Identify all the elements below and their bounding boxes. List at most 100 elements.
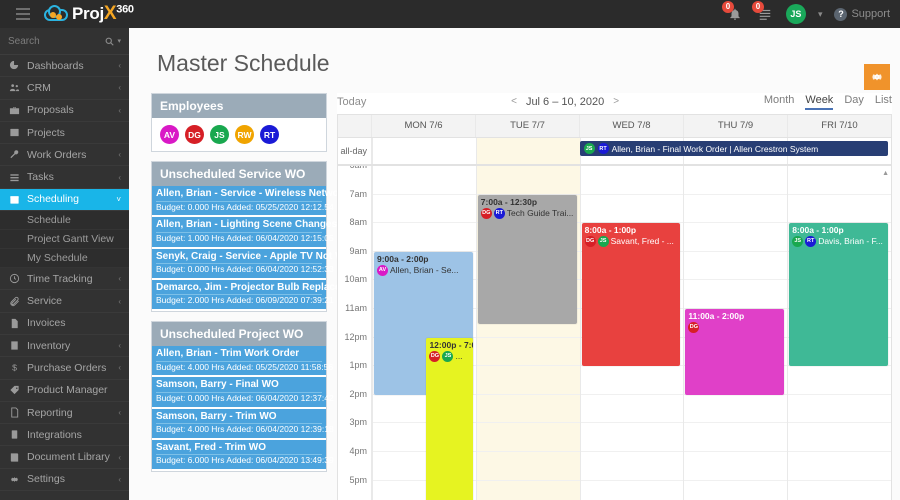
- work-order-title: Allen, Brian - Lighting Scene Changes: [156, 219, 338, 231]
- time-label: 5pm: [349, 474, 367, 485]
- menu-toggle-icon[interactable]: [8, 8, 38, 20]
- hour-line: [476, 366, 580, 395]
- work-order-item[interactable]: Savant, Fred - Trim WO Budget: 6.000 Hrs …: [152, 439, 334, 470]
- day-column[interactable]: 8:00a - 1:00p JS RT Davis, Brian - F...: [787, 166, 891, 500]
- tasks-list-icon[interactable]: 0: [751, 1, 774, 23]
- sidebar-subitem-schedule[interactable]: Schedule: [0, 211, 129, 231]
- all-day-event[interactable]: JS RT Allen, Brian - Final Work Order | Al…: [579, 141, 889, 157]
- grid-icon: [8, 127, 20, 138]
- employee-avatar[interactable]: RT: [260, 125, 279, 144]
- work-order-item[interactable]: Senyk, Craig - Service - Apple TV Not We…: [152, 248, 350, 278]
- hour-line: [684, 280, 788, 310]
- day-header[interactable]: WED 7/8: [579, 115, 683, 138]
- calendar-event[interactable]: 7:00a - 12:30p DG RT Tech Guide Trai...: [477, 195, 577, 325]
- sidebar-item-invoices[interactable]: Invoices: [0, 313, 129, 335]
- settings-gear-button[interactable]: [864, 64, 890, 90]
- calendar-view-list[interactable]: List: [875, 94, 892, 110]
- sidebar-item-work-orders[interactable]: Work Orders ‹: [0, 144, 129, 167]
- work-order-item[interactable]: Samson, Barry - Final WO Budget: 0.000 Hr…: [152, 377, 334, 407]
- sidebar-item-time-tracking[interactable]: Time Tracking ‹: [0, 268, 129, 291]
- app-logo[interactable]: ProjX360: [44, 3, 134, 25]
- sidebar-item-product-manager[interactable]: Product Manager: [0, 380, 129, 402]
- sidebar-item-purchase-orders[interactable]: $ Purchase Orders ‹: [0, 357, 129, 380]
- day-column[interactable]: 9:00a - 2:00p AV Allen, Brian - Se... 12:00…: [372, 166, 476, 500]
- sidebar-item-crm[interactable]: CRM ‹: [0, 77, 129, 100]
- hour-line: [580, 195, 684, 224]
- employee-avatar[interactable]: RW: [235, 125, 254, 144]
- work-order-meta: Budget: 0.000 Hrs Added: 05/25/2020 12:1…: [156, 200, 334, 212]
- employee-avatar[interactable]: AV: [160, 125, 179, 144]
- employees-panel: Employees AV DG JS RW RT: [151, 93, 327, 152]
- day-column[interactable]: 8:00a - 1:00p DG JS Savant, Fred - ...: [579, 166, 684, 500]
- sidebar-item-reporting[interactable]: Reporting ‹: [0, 402, 129, 425]
- event-title: Savant, Fred - ...: [610, 235, 674, 246]
- sidebar-item-dashboards[interactable]: Dashboards ‹: [0, 55, 129, 78]
- calendar-event[interactable]: 12:00p - 7:0 DG JS...: [426, 338, 473, 500]
- time-label: 1pm: [349, 360, 367, 371]
- event-avatar: JS: [792, 235, 804, 247]
- search-input[interactable]: Search: [8, 36, 105, 47]
- hour-line: [581, 481, 684, 500]
- event-avatar: RT: [493, 207, 505, 219]
- sidebar-item-settings[interactable]: Settings ‹: [0, 469, 129, 492]
- event-avatar: RT: [597, 143, 609, 155]
- work-order-item[interactable]: Allen, Brian - Lighting Scene Changes Bud…: [152, 217, 338, 247]
- work-order-item[interactable]: Demarco, Jim - Projector Bulb Replacem Bu…: [152, 279, 349, 310]
- calendar-event[interactable]: 11:00a - 2:00p DG: [685, 309, 785, 396]
- employee-avatar[interactable]: JS: [210, 125, 229, 144]
- sidebar-subitem-my-schedule[interactable]: My Schedule: [0, 249, 129, 269]
- user-avatar[interactable]: JS: [785, 4, 806, 24]
- notifications-bell-icon[interactable]: 0: [721, 1, 744, 23]
- time-label: 9am: [349, 245, 367, 256]
- work-order-item[interactable]: Allen, Brian - Trim Work Order Budget: 4.…: [152, 346, 333, 376]
- hour-line: [476, 166, 580, 195]
- sidebar-item-scheduling[interactable]: Scheduling ˅: [0, 188, 129, 212]
- tasks-badge: 0: [751, 1, 764, 13]
- support-link[interactable]: ? Support: [834, 7, 890, 21]
- day-header[interactable]: MON 7/6: [372, 115, 475, 137]
- day-header[interactable]: FRI 7/10: [787, 115, 891, 138]
- day-header[interactable]: TUE 7/7: [475, 115, 579, 138]
- logo-word: Proj: [72, 4, 104, 23]
- sidebar-item-tasks[interactable]: Tasks ‹: [0, 166, 129, 189]
- range-label: Jul 6 – 10, 2020: [525, 95, 605, 108]
- day-column[interactable]: 11:00a - 2:00p DG: [683, 166, 788, 500]
- calendar-event[interactable]: 8:00a - 1:00p JS RT Davis, Brian - F...: [789, 223, 888, 367]
- next-period-button[interactable]: >: [613, 96, 619, 107]
- all-day-cell[interactable]: [372, 138, 476, 165]
- day-column[interactable]: 7:00a - 12:30p DG RT Tech Guide Trai...: [475, 166, 580, 500]
- chevron-right-icon: ‹: [118, 105, 121, 115]
- page-icon: [8, 407, 20, 418]
- sidebar-search[interactable]: Search ▾: [0, 28, 129, 55]
- today-button[interactable]: Today: [337, 96, 366, 108]
- calendar-scroll-area[interactable]: ▲ 6am7am8am9am10am11am12pm1pm2pm3pm4pm5p…: [338, 166, 891, 500]
- chevron-right-icon: ‹: [118, 474, 121, 484]
- calendar-event[interactable]: 8:00a - 1:00p DG JS Savant, Fred - ...: [581, 223, 681, 367]
- chevron-down-icon[interactable]: ▾: [818, 9, 823, 20]
- work-order-item[interactable]: Samson, Barry - Trim WO Budget: 4.000 Hrs…: [152, 408, 334, 438]
- calendar-view-month[interactable]: Month: [764, 94, 795, 110]
- plug-icon: [8, 429, 20, 440]
- hour-line: [476, 395, 580, 424]
- hour-line: [684, 252, 788, 281]
- hour-line: [684, 481, 787, 500]
- prev-period-button[interactable]: <: [511, 96, 517, 107]
- sidebar-item-integrations[interactable]: Integrations: [0, 424, 129, 447]
- calendar-view-day[interactable]: Day: [844, 94, 864, 110]
- all-day-cell[interactable]: [475, 138, 580, 165]
- sidebar-subitem-project-gantt-view[interactable]: Project Gantt View: [0, 230, 129, 250]
- sidebar-item-proposals[interactable]: Proposals ‹: [0, 100, 129, 122]
- day-header[interactable]: THU 7/9: [683, 115, 787, 138]
- sidebar-item-label: Inventory: [27, 339, 71, 352]
- employee-avatar[interactable]: DG: [185, 125, 204, 144]
- sidebar-item-document-library[interactable]: Document Library ‹: [0, 446, 129, 469]
- sidebar-item-projects[interactable]: Projects: [0, 122, 129, 145]
- calendar-view-week[interactable]: Week: [805, 94, 834, 110]
- work-order-item[interactable]: Allen, Brian - Service - Wireless Networ…: [152, 186, 348, 216]
- event-time: 9:00a - 2:00p: [377, 254, 429, 265]
- chevron-right-icon: ‹: [118, 172, 121, 182]
- sidebar-item-inventory[interactable]: Inventory ‹: [0, 335, 129, 358]
- event-avatar: JS: [597, 235, 609, 247]
- time-label: 7am: [349, 188, 367, 199]
- sidebar-item-service[interactable]: Service ‹: [0, 290, 129, 313]
